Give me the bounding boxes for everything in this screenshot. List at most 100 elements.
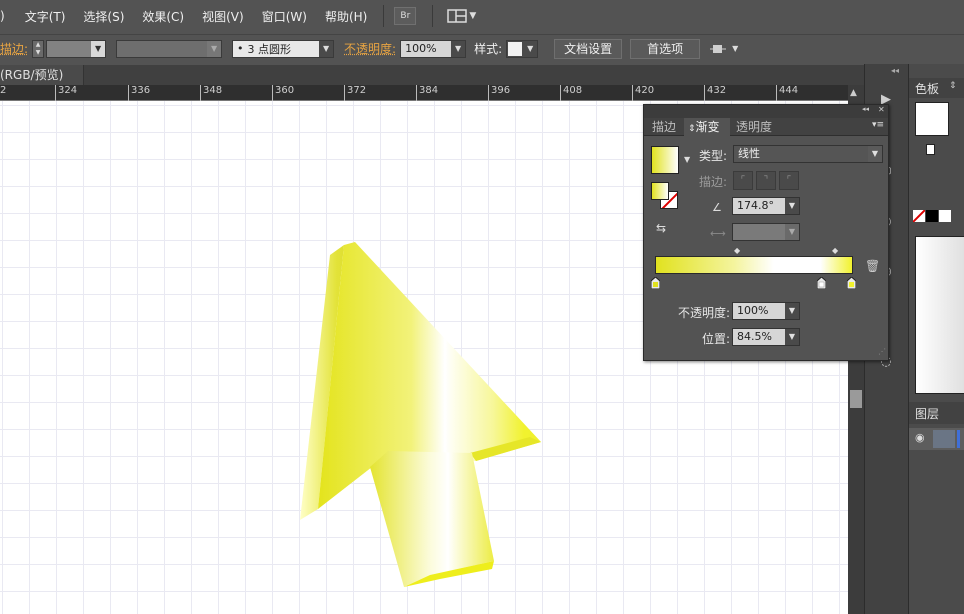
- tab-gradient[interactable]: ⇕渐变: [684, 118, 730, 136]
- gradient-type-dropdown[interactable]: 线性 ▼: [733, 145, 883, 163]
- align-options-button[interactable]: ▼: [710, 42, 738, 56]
- swatch-white[interactable]: [939, 210, 951, 222]
- tab-stroke[interactable]: 描边: [644, 118, 684, 136]
- ruler-tick: 360: [271, 85, 295, 101]
- chevron-down-icon: ▼: [785, 198, 799, 214]
- swatch-black[interactable]: [926, 210, 938, 222]
- chevron-down-icon: ▼: [785, 224, 799, 240]
- menu-item-window[interactable]: 窗口(W): [262, 8, 307, 25]
- stroke-gradient-along-button[interactable]: ⌝: [756, 171, 776, 190]
- tab-strip: [84, 65, 864, 85]
- reverse-gradient-icon[interactable]: ⇆: [656, 221, 666, 235]
- panel-tabs: 描边 ⇕渐变 透明度 ▾≡: [644, 118, 888, 136]
- menu-item-select[interactable]: 选择(S): [83, 8, 124, 25]
- collapse-panels-icon[interactable]: ◂◂: [891, 66, 899, 75]
- none-swatch-icon: [913, 210, 925, 222]
- swatches-panel-header: 色板 ⇕: [909, 78, 964, 98]
- ruler-tick: 396: [487, 85, 511, 101]
- angle-icon: ∠: [712, 201, 722, 214]
- panel-menu-icon[interactable]: ▾≡: [872, 120, 884, 130]
- bridge-button[interactable]: Br: [394, 7, 417, 25]
- tab-layers[interactable]: 图层: [915, 405, 939, 422]
- menu-item-help[interactable]: 帮助(H): [325, 8, 367, 25]
- stroke-weight-stepper[interactable]: ▲ ▼: [32, 39, 45, 58]
- stroke-gradient-across-button[interactable]: ⌜: [779, 171, 799, 190]
- gradient-midpoint-icon[interactable]: ◆: [734, 246, 740, 255]
- chevron-down-icon: ▼: [469, 11, 477, 21]
- stroke-weight-dropdown[interactable]: ▼: [46, 39, 107, 58]
- ruler-tick: 408: [559, 85, 583, 101]
- variable-width-profile-dropdown[interactable]: ▼: [116, 39, 223, 58]
- eye-icon[interactable]: ◉: [915, 431, 925, 444]
- chevron-down-icon: ▼: [868, 146, 882, 162]
- chevron-down-icon: ▼: [523, 40, 538, 57]
- gradient-midpoint-icon[interactable]: ◆: [832, 246, 838, 255]
- delete-stop-icon[interactable]: 🗑: [865, 259, 880, 273]
- arrange-documents-button[interactable]: ▼: [447, 9, 476, 23]
- preferences-button[interactable]: 首选项: [630, 38, 701, 59]
- chevron-down-icon: ▼: [732, 44, 739, 53]
- menu-item-type[interactable]: 文字(T): [25, 8, 66, 25]
- stroke-label[interactable]: 描边:: [0, 40, 28, 57]
- collapse-icon[interactable]: ◂◂: [862, 105, 869, 113]
- stop-location-value: 84.5%: [737, 330, 772, 343]
- stop-location-field[interactable]: 84.5% ▼: [732, 328, 800, 346]
- gradient-type-value: 线性: [738, 147, 760, 160]
- stop-opacity-value: 100%: [737, 304, 769, 317]
- opacity-label[interactable]: 不透明度:: [344, 40, 396, 57]
- swatch-gradient-preview[interactable]: [915, 236, 964, 394]
- close-icon[interactable]: ✕: [878, 105, 885, 114]
- menu-item-partial[interactable]: ): [0, 9, 5, 23]
- aspect-ratio-field[interactable]: ▼: [732, 223, 800, 241]
- chevron-down-icon: ▼: [319, 40, 334, 57]
- document-tab[interactable]: (RGB/预览): [0, 65, 84, 85]
- gradient-stop-white[interactable]: [817, 277, 826, 289]
- gradient-preview-swatch[interactable]: [651, 146, 679, 174]
- brush-definition-dropdown[interactable]: • 3 点圆形 ▼: [232, 39, 335, 58]
- swatch-white-large[interactable]: [915, 102, 949, 136]
- swatch-marker-icon: [926, 144, 935, 155]
- document-tab-label: (RGB/预览): [0, 68, 64, 82]
- stroke-gradient-within-button[interactable]: ⌜: [733, 171, 753, 190]
- brush-value: 3 点圆形: [247, 42, 292, 56]
- tab-transparency[interactable]: 透明度: [732, 118, 792, 136]
- gradient-stop-start[interactable]: [651, 277, 660, 289]
- ruler-tick: 384: [415, 85, 439, 101]
- layers-panel-header: 图层: [909, 402, 964, 424]
- ruler-tick: 2: [0, 85, 7, 96]
- ruler-tick: 324: [54, 85, 78, 101]
- layer-row[interactable]: ◉: [909, 428, 964, 450]
- chevron-down-icon: ▼: [91, 40, 106, 57]
- tab-swatches[interactable]: 色板: [915, 80, 939, 97]
- ruler-tick: 336: [127, 85, 151, 101]
- chevron-icon: ⇕: [949, 81, 957, 91]
- style-swatch: [508, 41, 523, 56]
- opacity-value: 100%: [405, 42, 437, 55]
- ruler-tick: 432: [703, 85, 727, 101]
- chevron-down-icon: ▼: [451, 40, 466, 57]
- panel-titlebar[interactable]: ◂◂ ✕: [644, 105, 888, 118]
- graphic-style-dropdown[interactable]: ▼: [506, 39, 539, 58]
- fill-swatch[interactable]: [651, 182, 669, 200]
- layer-lock-cell[interactable]: [933, 430, 955, 448]
- stop-opacity-field[interactable]: 100% ▼: [732, 302, 800, 320]
- menu-divider: [432, 5, 434, 27]
- angle-field[interactable]: 174.8° ▼: [732, 197, 800, 215]
- swatch-none[interactable]: [913, 210, 925, 222]
- tab-gradient-label: 渐变: [695, 120, 720, 134]
- chevron-down-icon[interactable]: ▼: [684, 155, 690, 164]
- gradient-panel[interactable]: ◂◂ ✕ 描边 ⇕渐变 透明度 ▾≡ ▼ ⇆ 类型: 线性 ▼ 描边: ⌜ ⌝ …: [643, 104, 889, 361]
- horizontal-ruler: 2 324 336 348 360 372 384 396 408 420 43…: [0, 85, 848, 101]
- resize-grip-icon[interactable]: ⋰: [878, 347, 886, 356]
- scroll-up-icon[interactable]: ▲: [850, 88, 857, 98]
- aspect-ratio-icon: ⟷: [710, 227, 726, 240]
- gradient-slider[interactable]: [655, 256, 853, 274]
- opacity-dropdown[interactable]: 100% ▼: [400, 39, 467, 58]
- document-setup-button[interactable]: 文档设置: [554, 38, 623, 59]
- layer-color-bar: [957, 430, 960, 448]
- menu-item-view[interactable]: 视图(V): [202, 8, 244, 25]
- gradient-stop-end[interactable]: [847, 277, 856, 289]
- menu-item-effect[interactable]: 效果(C): [142, 8, 184, 25]
- scrollbar-thumb[interactable]: [850, 390, 862, 408]
- ruler-tick: 444: [775, 85, 799, 101]
